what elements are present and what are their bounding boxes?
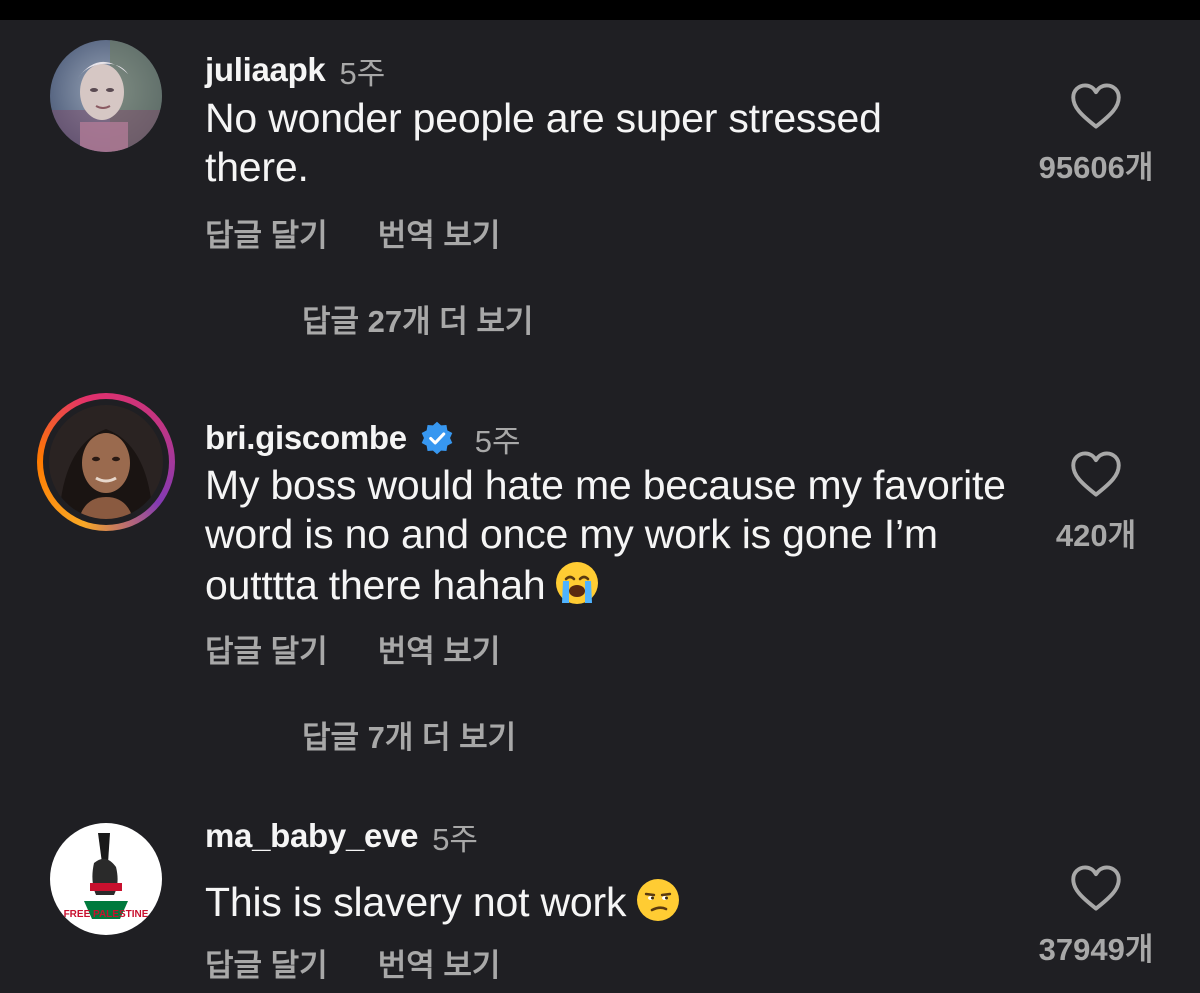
- translate-button[interactable]: 번역 보기: [378, 940, 501, 985]
- heart-icon[interactable]: [1070, 82, 1122, 130]
- story-ring[interactable]: [37, 393, 175, 531]
- like-count: 37949개: [1038, 932, 1154, 967]
- avatar[interactable]: FREE PALESTINE: [50, 823, 162, 935]
- comment-text: This is slavery not work: [205, 876, 1025, 927]
- avatar: [49, 405, 163, 519]
- comments-panel: juliaapk 5주 No wonder people are super s…: [0, 20, 1200, 993]
- view-more-replies[interactable]: 답글 27개 더 보기: [302, 296, 533, 341]
- like-area: 420개: [1006, 450, 1186, 555]
- like-count: 420개: [1055, 518, 1137, 553]
- verified-badge-icon: [421, 421, 453, 455]
- timestamp: 5주: [474, 423, 521, 459]
- svg-text:FREE PALESTINE: FREE PALESTINE: [64, 909, 149, 920]
- loudly-crying-face-icon: [556, 562, 599, 604]
- avatar[interactable]: [50, 40, 162, 152]
- comment-text: No wonder people are super stressed ther…: [205, 94, 995, 192]
- unamused-face-icon: [637, 879, 680, 921]
- like-count: 95606개: [1038, 150, 1154, 185]
- reply-button[interactable]: 답글 달기: [205, 210, 328, 255]
- heart-icon[interactable]: [1070, 450, 1122, 498]
- username[interactable]: bri.giscombe: [205, 419, 407, 457]
- comment-text-body: My boss would hate me because my favorit…: [205, 462, 1006, 608]
- comment-meta: ma_baby_eve 5주: [205, 816, 478, 857]
- view-more-replies[interactable]: 답글 7개 더 보기: [302, 712, 516, 757]
- username[interactable]: juliaapk: [205, 51, 326, 89]
- reply-button[interactable]: 답글 달기: [205, 940, 328, 985]
- comment-actions: 답글 달기 번역 보기: [205, 940, 500, 985]
- comment-text: My boss would hate me because my favorit…: [205, 461, 1025, 610]
- translate-button[interactable]: 번역 보기: [378, 210, 501, 255]
- timestamp: 5주: [339, 55, 386, 91]
- comment-actions: 답글 달기 번역 보기: [205, 210, 500, 255]
- reply-button[interactable]: 답글 달기: [205, 626, 328, 671]
- like-area: 95606개: [1006, 82, 1186, 187]
- heart-icon[interactable]: [1070, 864, 1122, 912]
- comment-meta: juliaapk 5주: [205, 50, 386, 91]
- username[interactable]: ma_baby_eve: [205, 817, 418, 855]
- translate-button[interactable]: 번역 보기: [378, 626, 501, 671]
- comment-meta: bri.giscombe 5주: [205, 418, 521, 459]
- comment-text-body: No wonder people are super stressed ther…: [205, 95, 882, 190]
- comment-text-body: This is slavery not work: [205, 879, 627, 925]
- comment-actions: 답글 달기 번역 보기: [205, 626, 500, 671]
- like-area: 37949개: [1006, 864, 1186, 969]
- timestamp: 5주: [432, 821, 478, 857]
